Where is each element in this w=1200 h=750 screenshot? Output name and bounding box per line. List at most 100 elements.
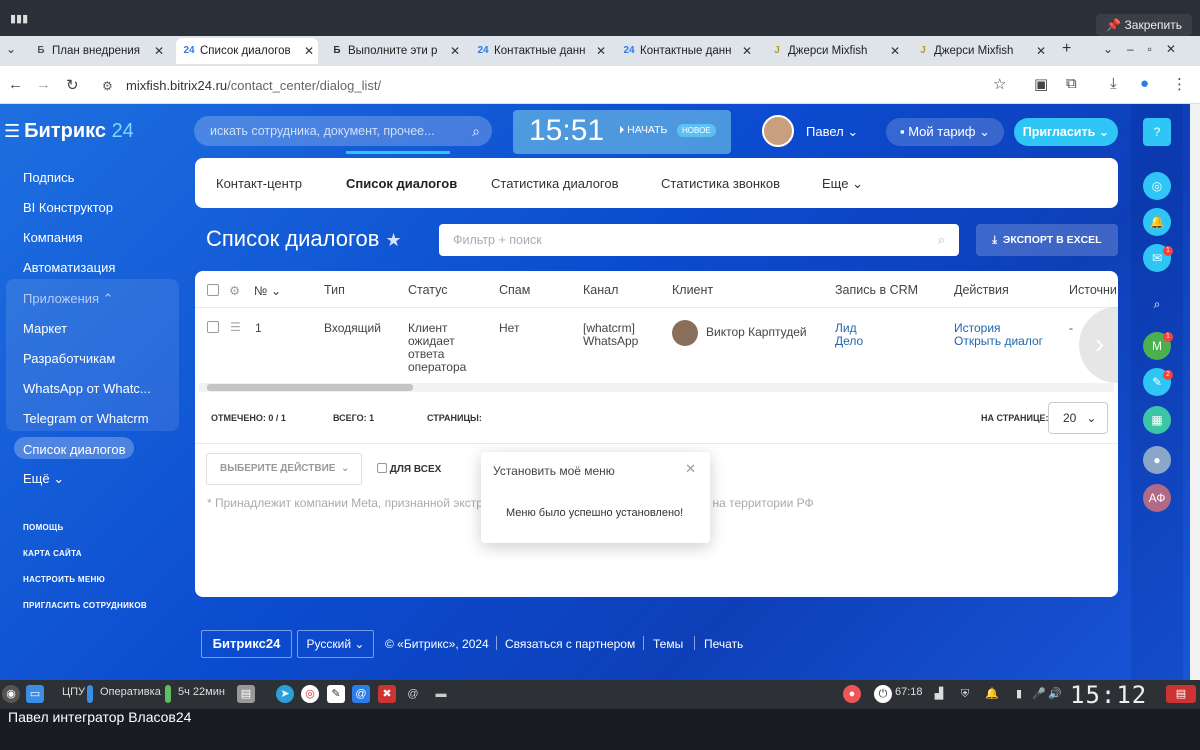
browser-tab-3[interactable]: Б Выполните эти р ✕ xyxy=(324,38,464,64)
print-link[interactable]: Печать xyxy=(704,637,743,651)
download-icon[interactable]: ⤓ xyxy=(1110,75,1117,92)
scroll-right-button[interactable]: › xyxy=(1079,307,1118,383)
browser-tab-6[interactable]: J Джерси Mixfish ✕ xyxy=(764,38,904,64)
close-icon[interactable]: ✕ xyxy=(1036,38,1046,64)
telegram-icon[interactable]: ➤ xyxy=(276,685,294,703)
themes-link[interactable]: Темы xyxy=(653,637,683,651)
tab-call-stats[interactable]: Статистика звонков xyxy=(661,176,780,191)
browser-tab-7[interactable]: J Джерси Mixfish ✕ xyxy=(910,38,1050,64)
battery-icon[interactable]: ▮ xyxy=(1010,685,1028,703)
notifications-ring-icon[interactable]: ◎ xyxy=(1143,172,1171,200)
bell-icon[interactable]: 🔔 xyxy=(1143,208,1171,236)
volume-icon[interactable]: 🔊 xyxy=(1046,685,1064,703)
window-controls[interactable]: ⌄–▫✕ xyxy=(1103,42,1190,56)
tab-contact-center[interactable]: Контакт-центр xyxy=(216,176,302,191)
col-crm[interactable]: Запись в CRM xyxy=(835,283,918,297)
per-page-select[interactable]: 20 ⌄ xyxy=(1048,402,1108,434)
app-icon[interactable]: @ xyxy=(404,685,422,703)
avatar[interactable]: ● xyxy=(1143,446,1171,474)
user-menu[interactable]: Павел ⌄ xyxy=(806,124,858,140)
bitrix-logo[interactable]: ☰ Битрикс 24 xyxy=(4,120,134,143)
pin-button[interactable]: 📌 Закрепить xyxy=(1096,14,1192,36)
power-icon[interactable]: ⏻ xyxy=(874,685,892,703)
app-icon[interactable]: ◎ xyxy=(301,685,319,703)
menu-item-signature[interactable]: Подпись xyxy=(23,170,74,185)
global-search-input[interactable]: искать сотрудника, документ, прочее... ⌕ xyxy=(194,116,492,146)
back-icon[interactable]: ← xyxy=(8,76,23,93)
col-channel[interactable]: Канал xyxy=(583,283,618,297)
menu-sitemap[interactable]: КАРТА САЙТА xyxy=(23,549,82,558)
menu-item-market[interactable]: Маркет xyxy=(23,321,67,336)
menu-item-dialog-list[interactable]: Список диалогов xyxy=(23,442,126,457)
col-source[interactable]: Источни xyxy=(1069,283,1117,297)
filter-search-input[interactable]: Фильтр + поиск ⌕ xyxy=(439,224,959,256)
crm-deal-link[interactable]: Дело xyxy=(835,335,863,348)
extension-icon[interactable]: ▣ xyxy=(1034,75,1048,93)
network-icon[interactable]: ▟ xyxy=(930,685,948,703)
tariff-button[interactable]: ▪ Мой тариф ⌄ xyxy=(886,118,1004,146)
avatar[interactable]: АФ xyxy=(1143,484,1171,512)
action-select[interactable]: ВЫБЕРИТЕ ДЕЙСТВИЕ ⌄ xyxy=(206,453,362,485)
col-spam[interactable]: Спам xyxy=(499,283,530,297)
app-icon[interactable]: ✖ xyxy=(378,685,396,703)
menu-item-automation[interactable]: Автоматизация xyxy=(23,260,115,275)
export-excel-button[interactable]: ⤓ ЭКСПОРТ В EXCEL xyxy=(976,224,1118,256)
tab-list-chevron-icon[interactable]: ⌄ xyxy=(6,42,16,56)
menu-invite-staff[interactable]: ПРИГЛАСИТЬ СОТРУДНИКОВ xyxy=(23,601,147,610)
bell-icon[interactable]: 🔔 xyxy=(983,685,1001,703)
editor-icon[interactable]: ✎ xyxy=(327,685,345,703)
menu-group-apps[interactable]: Приложения ⌃ xyxy=(23,291,114,307)
partner-link[interactable]: Связаться с партнером xyxy=(505,637,635,651)
chrome-icon[interactable]: @ xyxy=(352,685,370,703)
close-icon[interactable]: ✕ xyxy=(742,38,752,64)
footer-logo[interactable]: Битрикс24 xyxy=(201,630,292,658)
star-icon[interactable]: ★ xyxy=(385,230,401,250)
page-scrollbar[interactable] xyxy=(1190,104,1200,680)
avatar[interactable] xyxy=(762,115,794,147)
col-client[interactable]: Клиент xyxy=(672,283,713,297)
search-icon[interactable]: ⌕ xyxy=(938,224,945,256)
search-icon[interactable]: ⌕ xyxy=(472,116,480,146)
col-status[interactable]: Статус xyxy=(408,283,448,297)
url-field[interactable]: ⚙ mixfish.bitrix24.ru/contact_center/dia… xyxy=(96,74,1016,98)
us-flag-icon[interactable]: ▤ xyxy=(1166,685,1196,703)
window-icon[interactable]: ▬ xyxy=(432,685,450,703)
menu-dots-icon[interactable]: ⋮ xyxy=(1172,75,1187,93)
menu-item-bi[interactable]: BI Конструктор xyxy=(23,200,113,215)
row-client[interactable]: Виктор Карптудей xyxy=(706,326,807,339)
close-icon[interactable]: ✕ xyxy=(304,38,314,64)
mint-menu-icon[interactable]: ◉ xyxy=(2,685,20,703)
close-icon[interactable]: ✕ xyxy=(890,38,900,64)
checkbox[interactable] xyxy=(377,463,387,473)
start-button[interactable]: ⏵ НАЧАТЬ xyxy=(619,124,667,137)
menu-item-developers[interactable]: Разработчикам xyxy=(23,351,115,366)
files-icon[interactable]: ▤ xyxy=(237,685,255,703)
shield-icon[interactable]: ⛨ xyxy=(956,685,974,703)
site-info-icon[interactable]: ⚙ xyxy=(102,74,113,98)
search-icon[interactable]: ⌕ xyxy=(1143,290,1171,318)
for-all-checkbox[interactable]: ДЛЯ ВСЕХ xyxy=(377,463,441,475)
row-checkbox[interactable] xyxy=(207,321,219,333)
col-actions[interactable]: Действия xyxy=(954,283,1009,297)
menu-help[interactable]: ПОМОЩЬ xyxy=(23,523,64,532)
col-type[interactable]: Тип xyxy=(324,283,345,297)
calendar-icon[interactable]: ▦ xyxy=(1143,406,1171,434)
browser-tab-2[interactable]: 24 Список диалогов ✕ xyxy=(176,38,318,64)
invite-button[interactable]: Пригласить ⌄ xyxy=(1014,118,1118,146)
reload-icon[interactable]: ↻ xyxy=(66,76,79,94)
puzzle-icon[interactable]: ⧉ xyxy=(1066,75,1077,92)
close-icon[interactable]: ✕ xyxy=(596,38,606,64)
close-icon[interactable]: ✕ xyxy=(154,38,164,64)
row-menu-icon[interactable]: ☰ xyxy=(230,321,241,334)
browser-tab-4[interactable]: 24 Контактные данн ✕ xyxy=(470,38,610,64)
bookmark-star-icon[interactable]: ☆ xyxy=(993,75,1006,93)
menu-item-more[interactable]: Ещё ⌄ xyxy=(23,471,64,487)
select-all-checkbox[interactable] xyxy=(207,284,219,296)
horizontal-scrollbar[interactable] xyxy=(199,383,1114,392)
menu-item-company[interactable]: Компания xyxy=(23,230,83,245)
close-icon[interactable]: ✕ xyxy=(685,461,696,477)
help-icon[interactable]: ? xyxy=(1143,118,1171,146)
col-number[interactable]: № ⌄ xyxy=(254,283,281,298)
browser-tab-1[interactable]: Б План внедрения ✕ xyxy=(28,38,168,64)
forward-icon[interactable]: → xyxy=(36,76,51,93)
